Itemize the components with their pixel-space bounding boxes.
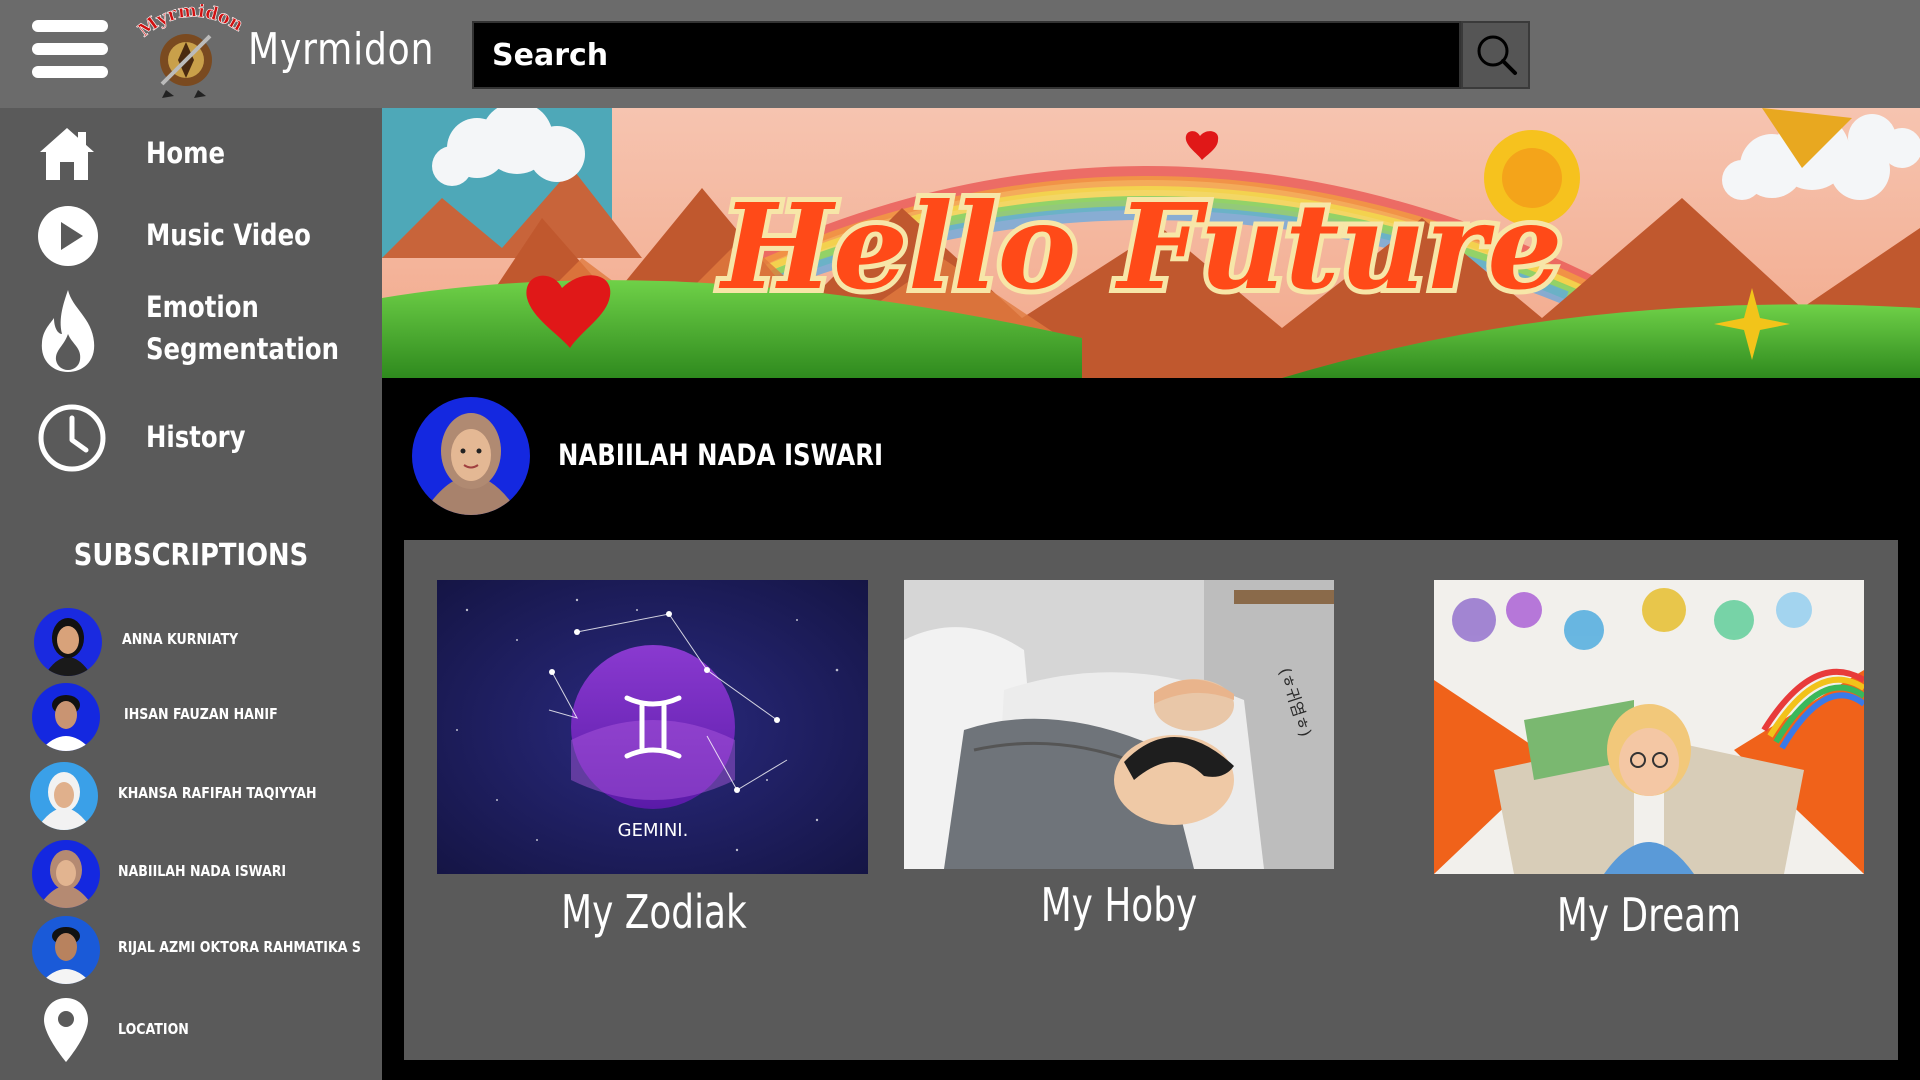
- profile-avatar[interactable]: [412, 397, 530, 515]
- subscription-item[interactable]: RIJAL AZMI OKTORA RAHMATIKA S: [32, 916, 384, 986]
- app-logo[interactable]: Myrmidon: [134, 0, 247, 100]
- video-title[interactable]: My Hoby: [951, 878, 1286, 932]
- search-bar: [472, 21, 1461, 89]
- sidebar-item-home[interactable]: Home: [0, 118, 382, 188]
- subscription-item[interactable]: ANNA KURNIATY: [34, 608, 386, 678]
- subscription-name: KHANSA RAFIFAH TAQIYYAH: [118, 784, 317, 802]
- sidebar-item-label-line1: Emotion: [146, 290, 259, 324]
- thumbnail-caption: GEMINI.: [618, 820, 689, 841]
- avatar: [34, 608, 102, 676]
- search-button[interactable]: [1461, 21, 1530, 89]
- video-card-my-dream[interactable]: My Dream: [1404, 540, 1898, 1060]
- video-card-my-zodiak[interactable]: GEMINI. My Zodiak: [404, 540, 904, 1060]
- menu-icon[interactable]: [32, 20, 108, 78]
- video-thumbnail[interactable]: [1434, 580, 1864, 874]
- avatar: [32, 840, 100, 908]
- subscription-item[interactable]: IHSAN FAUZAN HANIF: [32, 683, 384, 753]
- video-card-my-hoby[interactable]: (ㅎ귀염ㅎ) My Hoby: [904, 540, 1404, 1060]
- channel-banner: Hello Future: [382, 108, 1920, 378]
- video-thumbnail[interactable]: GEMINI.: [437, 580, 868, 874]
- fire-icon: [41, 290, 95, 372]
- location-item[interactable]: LOCATION: [40, 996, 392, 1066]
- avatar: [30, 762, 98, 830]
- subscription-name: IHSAN FAUZAN HANIF: [124, 705, 278, 723]
- subscription-item[interactable]: KHANSA RAFIFAH TAQIYYAH: [30, 762, 382, 832]
- sidebar-item-label-line2: Segmentation: [146, 332, 339, 366]
- profile-name: NABIILAH NADA ISWARI: [558, 438, 884, 472]
- sidebar-item-emotion-segmentation[interactable]: Emotion Segmentation: [0, 286, 382, 386]
- subscriptions-heading: SUBSCRIPTIONS: [73, 538, 309, 573]
- avatar: [32, 916, 100, 984]
- search-icon: [1477, 35, 1517, 75]
- subscription-item[interactable]: NABIILAH NADA ISWARI: [32, 840, 384, 910]
- video-title[interactable]: My Zodiak: [459, 885, 849, 939]
- search-input[interactable]: [474, 23, 1459, 87]
- location-label: LOCATION: [118, 1020, 189, 1038]
- app-title: Myrmidon: [248, 24, 435, 75]
- sidebar-item-label: Music Video: [146, 218, 311, 252]
- location-pin-icon: [44, 998, 88, 1062]
- video-thumbnail[interactable]: (ㅎ귀염ㅎ): [904, 580, 1334, 869]
- avatar: [32, 683, 100, 751]
- sidebar-item-label: History: [146, 420, 246, 454]
- home-icon: [40, 128, 94, 180]
- subscription-name: RIJAL AZMI OKTORA RAHMATIKA S: [118, 938, 361, 956]
- clock-icon: [38, 404, 106, 472]
- play-icon: [38, 206, 98, 266]
- content-panel: GEMINI. My Zodiak (ㅎ귀염ㅎ) My Hoby My Drea…: [404, 540, 1898, 1060]
- subscription-name: ANNA KURNIATY: [122, 630, 239, 648]
- banner-text: Hello Future: [718, 177, 1562, 316]
- sidebar-item-music-video[interactable]: Music Video: [0, 200, 382, 270]
- top-bar: Myrmidon Myrmidon: [0, 0, 1920, 108]
- sidebar-item-label: Home: [146, 136, 226, 170]
- sidebar-item-history[interactable]: History: [0, 396, 382, 476]
- sidebar: Home Music Video Emotion Segmentation Hi…: [0, 108, 382, 1080]
- video-title[interactable]: My Dream: [1481, 888, 1816, 942]
- subscription-name: NABIILAH NADA ISWARI: [118, 862, 287, 880]
